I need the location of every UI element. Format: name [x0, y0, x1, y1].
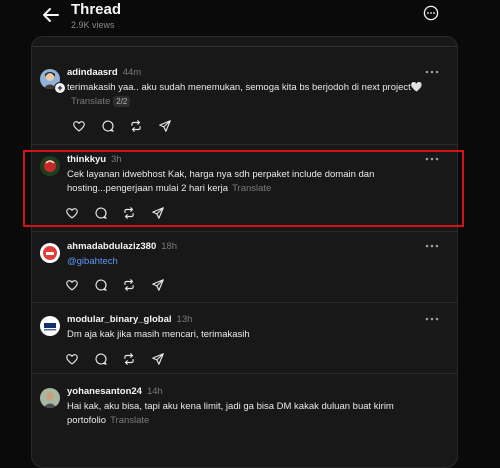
- avatar[interactable]: [40, 156, 60, 176]
- replies-panel: + adindaasrd 44m terimakasih yaa.. aku su…: [31, 36, 458, 468]
- repost-button[interactable]: [122, 278, 136, 292]
- like-button[interactable]: [72, 119, 86, 133]
- avatar[interactable]: [40, 316, 60, 336]
- share-icon: [151, 206, 165, 220]
- more-circle-icon: [423, 5, 439, 21]
- heart-icon: [65, 352, 79, 366]
- mention-link[interactable]: @gibahtech: [67, 256, 118, 267]
- repost-icon: [122, 206, 136, 220]
- username[interactable]: ahmadabdulaziz380: [67, 241, 156, 252]
- timestamp: 13h: [176, 314, 193, 325]
- divider: [32, 302, 457, 303]
- timestamp: 18h: [161, 241, 178, 252]
- username[interactable]: adindaasrd: [67, 67, 118, 78]
- divider: [32, 373, 457, 374]
- username[interactable]: modular_binary_global: [67, 314, 172, 325]
- reply-button[interactable]: [101, 119, 115, 133]
- more-dots-icon[interactable]: [425, 68, 439, 76]
- like-button[interactable]: [65, 206, 79, 220]
- reply-button[interactable]: [94, 278, 108, 292]
- post-text: Cek layanan idwebhost Kak, harga nya sdh…: [67, 168, 427, 196]
- comment-icon: [94, 206, 108, 220]
- translate-link[interactable]: Translate: [71, 96, 110, 107]
- heart-icon: [65, 278, 79, 292]
- reply-button[interactable]: [94, 352, 108, 366]
- divider: [32, 231, 457, 232]
- timestamp: 44m: [122, 67, 142, 78]
- translate-link[interactable]: Translate: [110, 415, 149, 426]
- timestamp: 14h: [146, 386, 163, 397]
- comment-icon: [94, 278, 108, 292]
- comment-icon: [101, 119, 115, 133]
- back-button[interactable]: [40, 4, 62, 26]
- like-button[interactable]: [65, 352, 79, 366]
- arrow-left-icon: [43, 8, 59, 22]
- like-button[interactable]: [65, 278, 79, 292]
- avatar[interactable]: [40, 243, 60, 263]
- post-body: Dm aja kak jika masih mencari, terimakas…: [67, 329, 250, 340]
- post-text: Dm aja kak jika masih mencari, terimakas…: [67, 328, 427, 342]
- repost-icon: [129, 119, 143, 133]
- divider: [32, 46, 457, 47]
- page-indicator: 2/2: [113, 96, 131, 107]
- heart-icon: [65, 206, 79, 220]
- comment-icon: [94, 352, 108, 366]
- heart-icon: [72, 119, 86, 133]
- share-button[interactable]: [151, 352, 165, 366]
- share-button[interactable]: [158, 119, 172, 133]
- follow-plus-icon[interactable]: +: [54, 82, 66, 94]
- post-text: Hai kak, aku bisa, tapi aku kena limit, …: [67, 400, 427, 428]
- thread-more-button[interactable]: [423, 5, 439, 21]
- page-title: Thread: [71, 1, 122, 18]
- post-body: terimakasih yaa.. aku sudah menemukan, s…: [67, 82, 423, 93]
- view-count: 2.9K views: [71, 20, 115, 30]
- avatar[interactable]: [40, 388, 60, 408]
- share-icon: [151, 278, 165, 292]
- share-icon: [151, 352, 165, 366]
- translate-link[interactable]: Translate: [232, 183, 271, 194]
- username[interactable]: thinkkyu: [67, 154, 106, 165]
- more-dots-icon[interactable]: [425, 315, 439, 323]
- post-text: terimakasih yaa.. aku sudah menemukan, s…: [67, 81, 427, 109]
- share-button[interactable]: [151, 206, 165, 220]
- timestamp: 3h: [111, 154, 122, 165]
- more-dots-icon[interactable]: [425, 155, 439, 163]
- repost-button[interactable]: [129, 119, 143, 133]
- post-body: Cek layanan idwebhost Kak, harga nya sdh…: [67, 169, 375, 194]
- repost-icon: [122, 278, 136, 292]
- post-text: @gibahtech: [67, 255, 427, 269]
- repost-button[interactable]: [122, 352, 136, 366]
- repost-icon: [122, 352, 136, 366]
- thread-header: Thread 2.9K views: [0, 0, 500, 36]
- share-button[interactable]: [151, 278, 165, 292]
- repost-button[interactable]: [122, 206, 136, 220]
- reply-button[interactable]: [94, 206, 108, 220]
- divider: [32, 144, 457, 145]
- username[interactable]: yohanesanton24: [67, 386, 142, 397]
- more-dots-icon[interactable]: [425, 242, 439, 250]
- share-icon: [158, 119, 172, 133]
